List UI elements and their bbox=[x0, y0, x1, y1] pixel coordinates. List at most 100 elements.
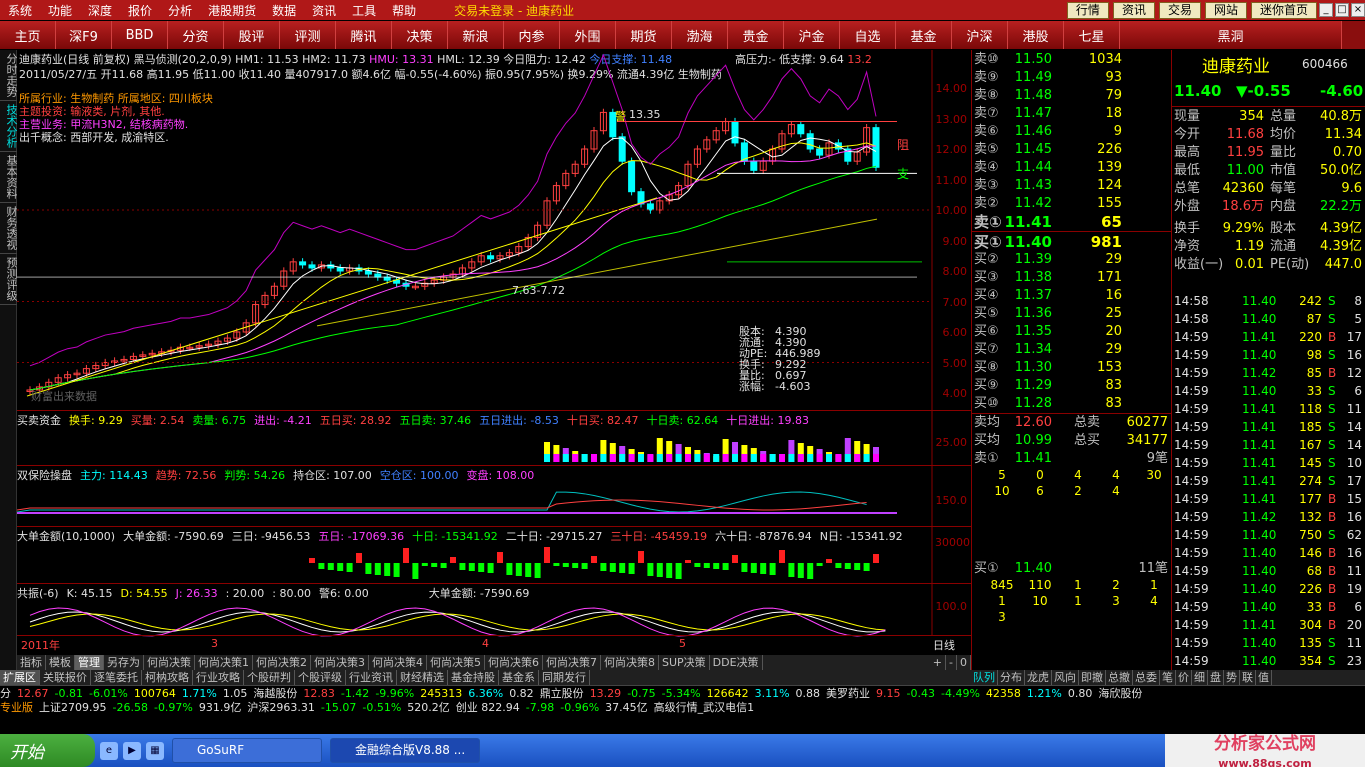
tick-row-1[interactable]: 14:58 11.40 87 S 5 bbox=[1172, 310, 1365, 328]
left-tab-1[interactable]: 技术分析 bbox=[0, 101, 18, 152]
detail-tab-8[interactable]: 价 bbox=[1176, 670, 1192, 685]
zoom-button-1[interactable]: - bbox=[946, 655, 957, 670]
menu-item-2[interactable]: 深度 bbox=[80, 2, 120, 19]
extension-tab-3[interactable]: 柯枘攻略 bbox=[142, 670, 193, 685]
nav-button-19[interactable]: 七星 bbox=[1064, 21, 1120, 49]
left-tab-3[interactable]: 财务透视 bbox=[0, 203, 18, 254]
desktop-icon[interactable]: ▦ bbox=[146, 741, 164, 760]
tick-row-17[interactable]: 14:59 11.40 33 B 6 bbox=[1172, 598, 1365, 616]
browser-icon[interactable]: e bbox=[100, 741, 118, 760]
detail-tab-2[interactable]: 龙虎 bbox=[1025, 670, 1052, 685]
indicator-tab-6[interactable]: 何尚决策2 bbox=[253, 655, 311, 670]
menu-item-8[interactable]: 工具 bbox=[344, 2, 384, 19]
indicator-tab-13[interactable]: SUP决策 bbox=[659, 655, 710, 670]
extension-tab-0[interactable]: 扩展区 bbox=[0, 670, 40, 685]
nav-button-1[interactable]: 深F9 bbox=[56, 21, 112, 49]
zoom-button-0[interactable]: + bbox=[930, 655, 947, 670]
tick-row-2[interactable]: 14:59 11.41 220 B 17 bbox=[1172, 328, 1365, 346]
extension-tab-5[interactable]: 个股研判 bbox=[244, 670, 295, 685]
nav-button-15[interactable]: 自选 bbox=[840, 21, 896, 49]
nav-button-9[interactable]: 内参 bbox=[504, 21, 560, 49]
nav-button-10[interactable]: 外围 bbox=[560, 21, 616, 49]
detail-tab-5[interactable]: 总撤 bbox=[1106, 670, 1133, 685]
nav-button-14[interactable]: 沪金 bbox=[784, 21, 840, 49]
extension-tab-6[interactable]: 个股评级 bbox=[295, 670, 346, 685]
tick-row-14[interactable]: 14:59 11.40 146 B 16 bbox=[1172, 544, 1365, 562]
nav-button-7[interactable]: 决策 bbox=[392, 21, 448, 49]
nav-button-11[interactable]: 期货 bbox=[616, 21, 672, 49]
left-tab-4[interactable]: 预测评级 bbox=[0, 254, 18, 305]
menu-item-6[interactable]: 数据 bbox=[264, 2, 304, 19]
tick-row-13[interactable]: 14:59 11.40 750 S 62 bbox=[1172, 526, 1365, 544]
nav-button-3[interactable]: 分资 bbox=[168, 21, 224, 49]
top-right-button-2[interactable]: 交易 bbox=[1158, 1, 1201, 19]
tick-row-19[interactable]: 14:59 11.40 135 S 11 bbox=[1172, 634, 1365, 652]
detail-tab-9[interactable]: 细 bbox=[1192, 670, 1208, 685]
menu-item-4[interactable]: 分析 bbox=[160, 2, 200, 19]
top-right-button-3[interactable]: 网站 bbox=[1204, 1, 1247, 19]
extension-tab-1[interactable]: 关联报价 bbox=[40, 670, 91, 685]
indicator-tab-4[interactable]: 何尚决策 bbox=[144, 655, 195, 670]
nav-button-18[interactable]: 港股 bbox=[1008, 21, 1064, 49]
indicator-tab-12[interactable]: 何尚决策8 bbox=[601, 655, 659, 670]
nav-button-17[interactable]: 沪深 bbox=[952, 21, 1008, 49]
kline-chart-area[interactable]: 迪康药业(日线 前复权) 黑马侦测(20,2,0,9) HM1: 11.53 H… bbox=[17, 50, 971, 655]
indicator-tab-9[interactable]: 何尚决策5 bbox=[427, 655, 485, 670]
detail-tab-0[interactable]: 队列 bbox=[971, 670, 998, 685]
tick-row-18[interactable]: 14:59 11.41 304 B 20 bbox=[1172, 616, 1365, 634]
indicator-tab-1[interactable]: 模板 bbox=[46, 655, 75, 670]
menu-item-5[interactable]: 港股期货 bbox=[200, 2, 264, 19]
top-right-button-1[interactable]: 资讯 bbox=[1112, 1, 1155, 19]
start-button[interactable]: 开始 bbox=[0, 734, 95, 767]
detail-tab-4[interactable]: 即撤 bbox=[1079, 670, 1106, 685]
nav-button-12[interactable]: 渤海 bbox=[672, 21, 728, 49]
zoom-button-2[interactable]: 0 bbox=[957, 655, 971, 670]
left-tab-0[interactable]: 分时走势 bbox=[0, 50, 18, 101]
menu-item-0[interactable]: 系统 bbox=[0, 2, 40, 19]
minimize-icon[interactable]: _ bbox=[1319, 3, 1333, 17]
restore-icon[interactable]: □ bbox=[1335, 3, 1349, 17]
menu-item-3[interactable]: 报价 bbox=[120, 2, 160, 19]
extension-tab-8[interactable]: 财经精选 bbox=[397, 670, 448, 685]
extension-tab-2[interactable]: 逐笔委托 bbox=[91, 670, 142, 685]
media-icon[interactable]: ▶ bbox=[123, 741, 141, 760]
detail-tab-10[interactable]: 盘 bbox=[1208, 670, 1224, 685]
left-tab-2[interactable]: 基本资料 bbox=[0, 152, 18, 203]
tick-row-0[interactable]: 14:58 11.40 242 S 8 bbox=[1172, 292, 1365, 310]
detail-tab-1[interactable]: 分布 bbox=[998, 670, 1025, 685]
detail-tab-13[interactable]: 值 bbox=[1256, 670, 1272, 685]
detail-tab-3[interactable]: 风向 bbox=[1052, 670, 1079, 685]
nav-button-last[interactable]: 黑洞 bbox=[1120, 21, 1342, 49]
indicator-tab-3[interactable]: 另存为 bbox=[104, 655, 144, 670]
indicator-tab-8[interactable]: 何尚决策4 bbox=[369, 655, 427, 670]
menu-item-7[interactable]: 资讯 bbox=[304, 2, 344, 19]
detail-tab-6[interactable]: 总委 bbox=[1133, 670, 1160, 685]
detail-tab-12[interactable]: 联 bbox=[1240, 670, 1256, 685]
tick-row-8[interactable]: 14:59 11.41 167 S 14 bbox=[1172, 436, 1365, 454]
tick-row-16[interactable]: 14:59 11.40 226 B 19 bbox=[1172, 580, 1365, 598]
indicator-tab-5[interactable]: 何尚决策1 bbox=[195, 655, 253, 670]
detail-tab-7[interactable]: 笔 bbox=[1160, 670, 1176, 685]
indicator-tab-2[interactable]: 管理 bbox=[75, 655, 104, 670]
nav-button-16[interactable]: 基金 bbox=[896, 21, 952, 49]
detail-tab-11[interactable]: 势 bbox=[1224, 670, 1240, 685]
period-label[interactable]: 日线 bbox=[933, 637, 955, 653]
tick-row-3[interactable]: 14:59 11.40 98 S 16 bbox=[1172, 346, 1365, 364]
extension-tab-7[interactable]: 行业资讯 bbox=[346, 670, 397, 685]
tick-row-6[interactable]: 14:59 11.41 118 S 11 bbox=[1172, 400, 1365, 418]
nav-button-5[interactable]: 评测 bbox=[280, 21, 336, 49]
menu-item-9[interactable]: 帮助 bbox=[384, 2, 424, 19]
indicator-tab-14[interactable]: DDE决策 bbox=[710, 655, 763, 670]
nav-button-0[interactable]: 主页 bbox=[0, 21, 56, 49]
tick-row-10[interactable]: 14:59 11.41 274 S 17 bbox=[1172, 472, 1365, 490]
indicator-tab-7[interactable]: 何尚决策3 bbox=[311, 655, 369, 670]
menu-item-1[interactable]: 功能 bbox=[40, 2, 80, 19]
top-right-button-4[interactable]: 迷你首页 bbox=[1250, 1, 1317, 19]
extension-tab-4[interactable]: 行业攻略 bbox=[193, 670, 244, 685]
tick-row-11[interactable]: 14:59 11.41 177 B 15 bbox=[1172, 490, 1365, 508]
taskbar-window-finance[interactable]: 金融综合版V8.88 ... bbox=[330, 738, 480, 763]
indicator-tab-10[interactable]: 何尚决策6 bbox=[485, 655, 543, 670]
indicator-tab-0[interactable]: 指标 bbox=[17, 655, 46, 670]
tick-row-4[interactable]: 14:59 11.42 85 B 12 bbox=[1172, 364, 1365, 382]
extension-tab-11[interactable]: 同期发行 bbox=[539, 670, 590, 685]
